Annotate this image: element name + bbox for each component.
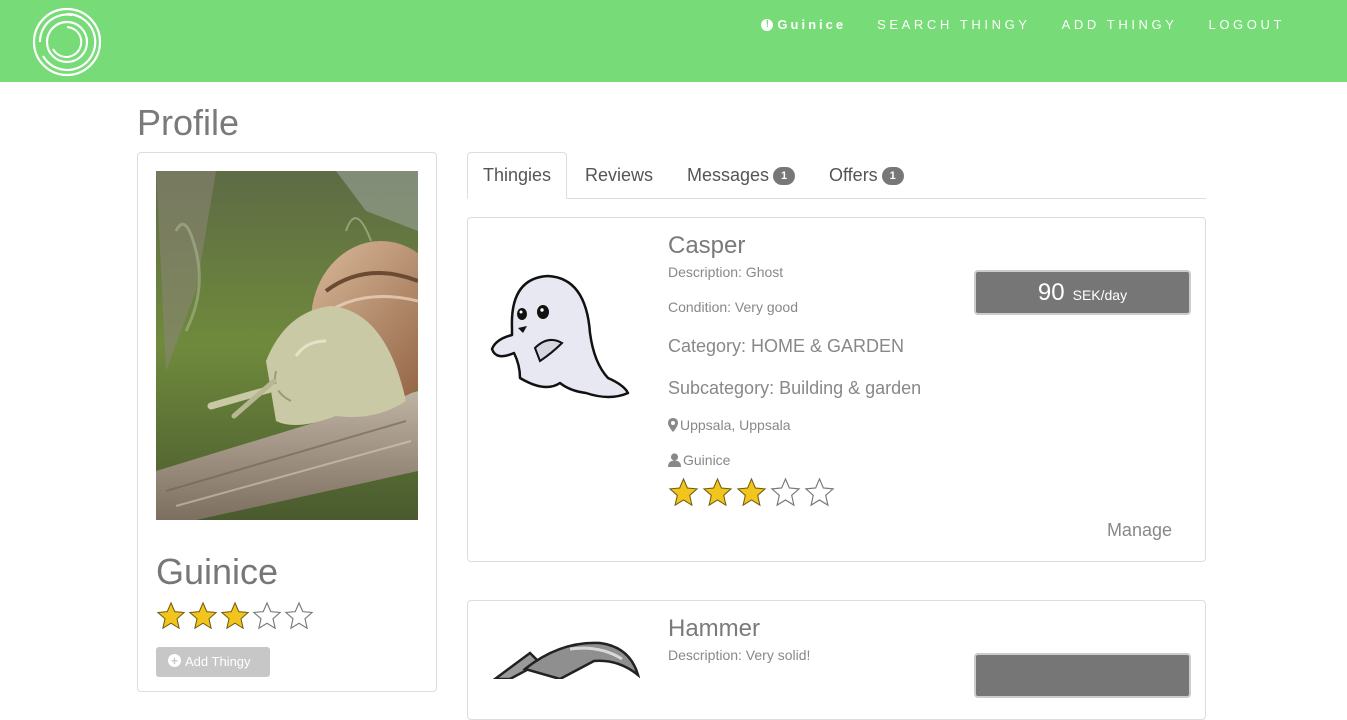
manage-link[interactable]: Manage xyxy=(1107,520,1172,541)
tab-label: Offers xyxy=(829,165,878,185)
price-button[interactable]: 90 SEK/day xyxy=(974,270,1191,315)
messages-badge: 1 xyxy=(773,166,796,185)
thingy-owner[interactable]: Guinice xyxy=(668,452,730,468)
exclamation-circle-icon: ! xyxy=(761,19,774,31)
nav-search-link[interactable]: SEARCH THINGY xyxy=(877,17,1030,33)
nav-username: Guinice xyxy=(777,17,847,32)
price-unit: SEK/day xyxy=(1072,287,1128,303)
nav-add-link[interactable]: ADD THINGY xyxy=(1062,17,1178,33)
thingy-description: Description: Ghost xyxy=(668,264,784,280)
thingy-title[interactable]: Casper xyxy=(668,232,745,260)
profile-tabs: Thingies Reviews Messages 1 Offers 1 xyxy=(467,152,1206,199)
owner-text: Guinice xyxy=(683,452,731,468)
star-icon xyxy=(668,477,699,507)
thingy-description: Description: Very solid! xyxy=(668,647,811,663)
star-icon xyxy=(702,477,733,507)
profile-name: Guinice xyxy=(156,551,279,592)
thingy-card: Hammer Description: Very solid! xyxy=(467,600,1206,720)
thingy-subcategory: Subcategory: Building & garden xyxy=(668,378,922,398)
map-marker-icon xyxy=(668,418,678,432)
location-text: Uppsala, Uppsala xyxy=(680,417,791,433)
tab-label: Messages xyxy=(687,165,770,185)
tab-label: Reviews xyxy=(585,165,654,185)
tab-label: Thingies xyxy=(482,165,552,185)
user-icon xyxy=(668,453,681,467)
thingy-title[interactable]: Hammer xyxy=(668,615,760,643)
tab-messages[interactable]: Messages 1 xyxy=(687,152,796,199)
price-button[interactable] xyxy=(974,653,1191,698)
thingy-condition: Condition: Very good xyxy=(668,299,798,315)
profile-panel: Guinice + Add Thingy xyxy=(137,152,437,692)
hammer-image xyxy=(492,641,640,679)
star-icon xyxy=(284,601,314,630)
page-title: Profile xyxy=(137,102,240,143)
thingy-rating xyxy=(668,477,835,508)
thingy-category: Category: HOME & GARDEN xyxy=(668,336,905,356)
nav-user-link[interactable]: ! Guinice xyxy=(761,17,846,33)
nav-logout-link[interactable]: LOGOUT xyxy=(1209,17,1286,33)
profile-photo xyxy=(156,171,418,520)
star-icon xyxy=(770,477,801,507)
thingy-card: Casper Description: Ghost Condition: Ver… xyxy=(467,217,1206,562)
star-icon xyxy=(736,477,767,507)
tab-thingies[interactable]: Thingies xyxy=(467,152,567,199)
ghost-image xyxy=(490,274,630,399)
profile-rating xyxy=(156,601,314,631)
star-icon xyxy=(156,601,186,630)
star-icon xyxy=(804,477,835,507)
top-navbar: ! Guinice SEARCH THINGY ADD THINGY LOGOU… xyxy=(0,0,1347,82)
price-value: 90 xyxy=(1037,278,1065,306)
logo-icon[interactable] xyxy=(32,7,102,77)
tab-offers[interactable]: Offers 1 xyxy=(829,152,904,199)
thingy-location: Uppsala, Uppsala xyxy=(668,417,791,433)
star-icon xyxy=(220,601,250,630)
offers-badge: 1 xyxy=(881,166,904,185)
plus-circle-icon: + xyxy=(168,654,181,667)
tab-reviews[interactable]: Reviews xyxy=(585,152,653,199)
star-icon xyxy=(252,601,282,630)
add-thingy-button[interactable]: + Add Thingy xyxy=(156,647,270,677)
star-icon xyxy=(188,601,218,630)
